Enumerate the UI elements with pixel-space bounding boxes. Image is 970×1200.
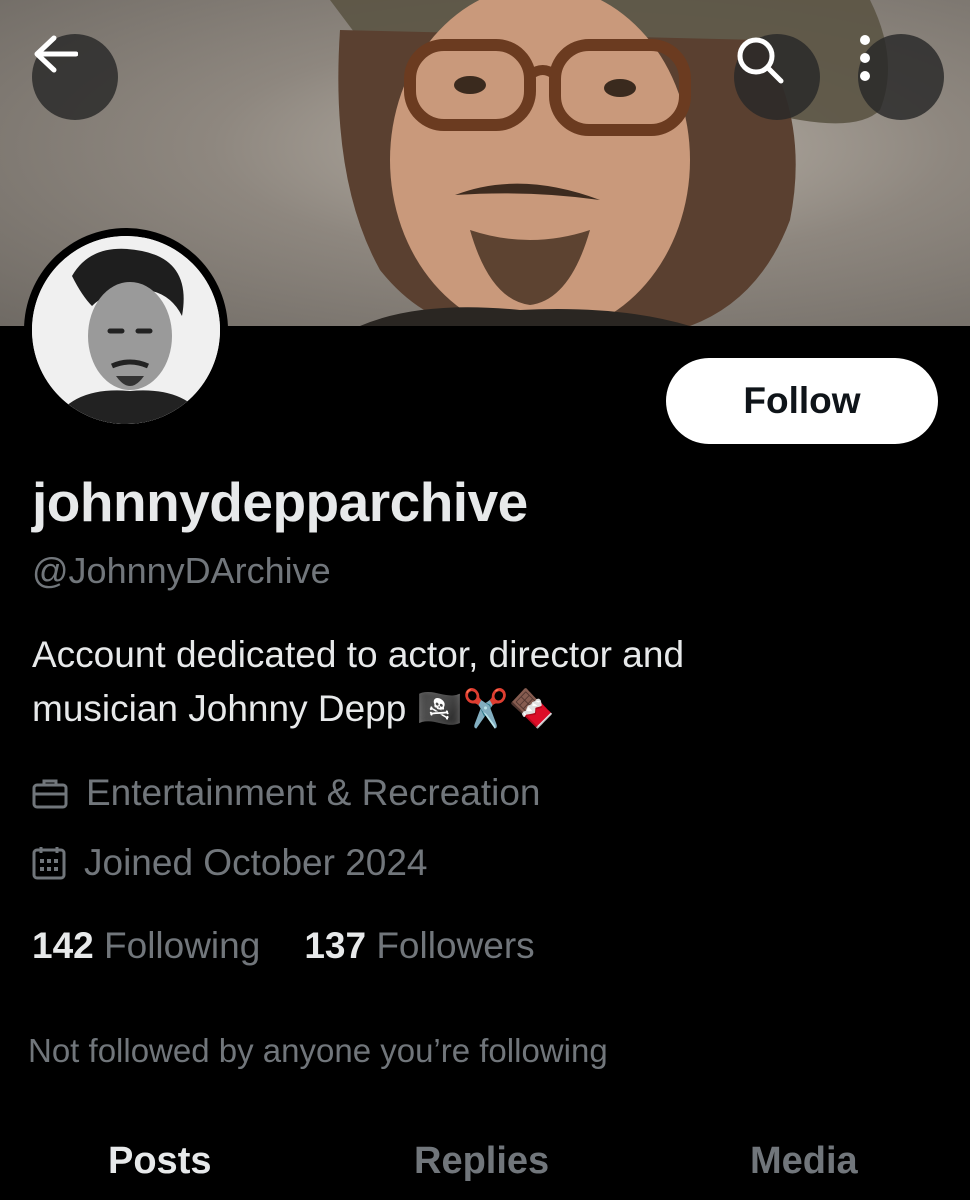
more-options-button[interactable] xyxy=(858,34,944,120)
profile-bio: Account dedicated to actor, director and… xyxy=(32,628,932,736)
follow-button[interactable]: Follow xyxy=(666,358,938,444)
briefcase-icon xyxy=(32,779,68,809)
more-vertical-icon xyxy=(860,35,870,81)
user-handle: @JohnnyDArchive xyxy=(32,550,331,591)
joined-text: Joined October 2024 xyxy=(84,842,428,883)
bio-text: musician Johnny Depp xyxy=(32,688,407,729)
followers-link[interactable]: 137 Followers xyxy=(304,925,534,967)
back-button[interactable] xyxy=(32,34,118,120)
following-count: 142 xyxy=(32,925,94,966)
followers-count: 137 xyxy=(304,925,367,966)
search-icon xyxy=(737,37,784,84)
bio-emojis: 🏴‍☠️✂️🍫 xyxy=(416,688,555,729)
profile-joined-date: Joined October 2024 xyxy=(32,842,428,884)
profile-tabs: Posts Replies Media xyxy=(0,1140,970,1200)
search-button[interactable] xyxy=(734,34,820,120)
tab-media[interactable]: Media xyxy=(750,1140,858,1183)
following-link[interactable]: 142 Following xyxy=(32,925,260,967)
tab-replies[interactable]: Replies xyxy=(414,1140,549,1183)
bio-line-1: Account dedicated to actor, director and xyxy=(32,634,685,675)
followers-label: Followers xyxy=(376,925,535,966)
category-text: Entertainment & Recreation xyxy=(86,772,541,813)
bio-line-2: musician Johnny Depp 🏴‍☠️✂️🍫 xyxy=(32,682,932,736)
avatar-image xyxy=(32,236,220,424)
social-context-text: Not followed by anyone you’re following xyxy=(28,1032,608,1069)
profile-category: Entertainment & Recreation xyxy=(32,772,541,814)
tab-posts[interactable]: Posts xyxy=(108,1140,211,1183)
following-label: Following xyxy=(104,925,261,966)
calendar-icon xyxy=(32,847,66,880)
arrow-left-icon xyxy=(34,35,78,73)
follow-stats: 142 Following 137 Followers xyxy=(32,925,579,967)
profile-avatar[interactable] xyxy=(24,228,228,432)
display-name: johnnydepparchive xyxy=(32,471,528,533)
